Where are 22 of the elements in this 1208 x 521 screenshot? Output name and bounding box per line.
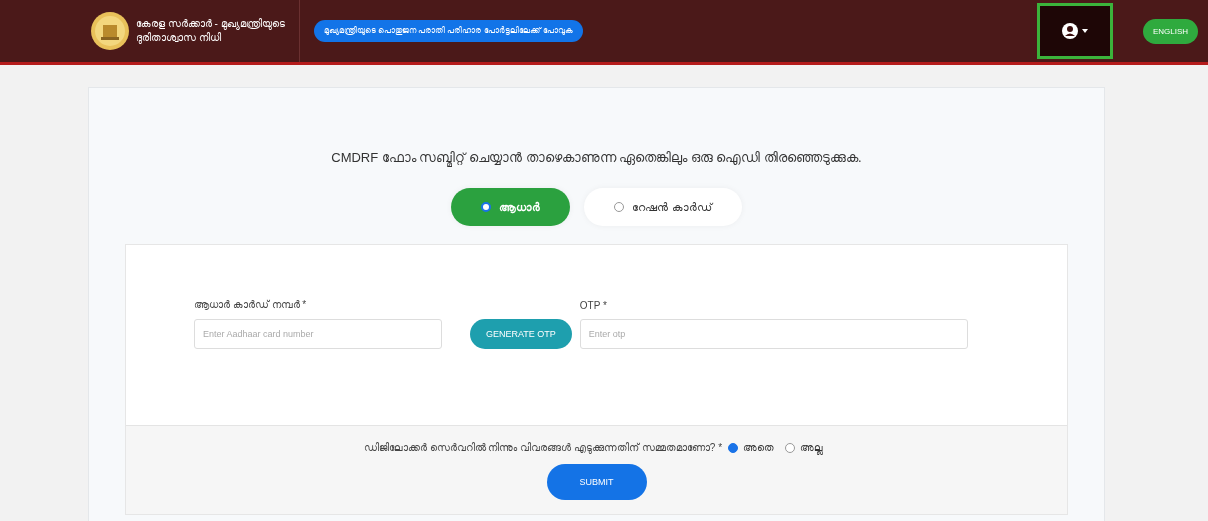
language-button[interactable]: ENGLISH	[1142, 18, 1198, 44]
otp-input-field[interactable]: Enter otp	[579, 319, 968, 349]
submit-button[interactable]: SUBMIT	[546, 464, 647, 500]
site-title: ദുരിതാശ്വാസ നിധി	[136, 31, 222, 45]
portal-link-button[interactable]: മുഖ്യമന്ത്രിയുടെ പൊതുജന പരാതി പരിഹാര പോർട്ടലിലേക്ക് പോവുക	[313, 20, 583, 42]
id-type-option[interactable]: ആധാർ	[451, 188, 571, 226]
generate-otp-button[interactable]: GENERATE OTP	[470, 319, 572, 349]
account-menu-button[interactable]	[1036, 3, 1113, 59]
option-label: അല്ല	[800, 442, 824, 454]
user-icon	[1061, 23, 1078, 39]
field-label: OTP *	[579, 300, 608, 311]
caret-icon	[1081, 29, 1088, 33]
emblem-icon	[90, 11, 130, 51]
aadhaar-input-field[interactable]: Enter Aadhaar card number	[194, 319, 442, 349]
consent-question: ഡിജിലോക്കർ സെർവറിൽ നിന്നും വിവരങ്ങൾ എടുക്കുന്നതിന് സമ്മതമാണോ? *	[363, 442, 723, 454]
instruction-text: CMDRF ഫോം സബ്മിറ്റ് ചെയ്യാൻ താഴെകാണുന്ന ഏതെങ്കിലും ഒരു ഐഡി തിരഞ്ഞെടുക്കുക.	[330, 150, 863, 166]
radio-button[interactable]	[728, 443, 739, 453]
id-type-option[interactable]: റേഷൻ കാർഡ്	[584, 188, 742, 226]
radio-button[interactable]	[785, 443, 796, 453]
option-label: അതെ	[743, 442, 775, 454]
site-title: കേരള സർക്കാർ - മുഖ്യമന്ത്രിയുടെ	[136, 17, 285, 31]
field-label: ആധാർ കാർഡ് നമ്പർ *	[194, 299, 308, 311]
